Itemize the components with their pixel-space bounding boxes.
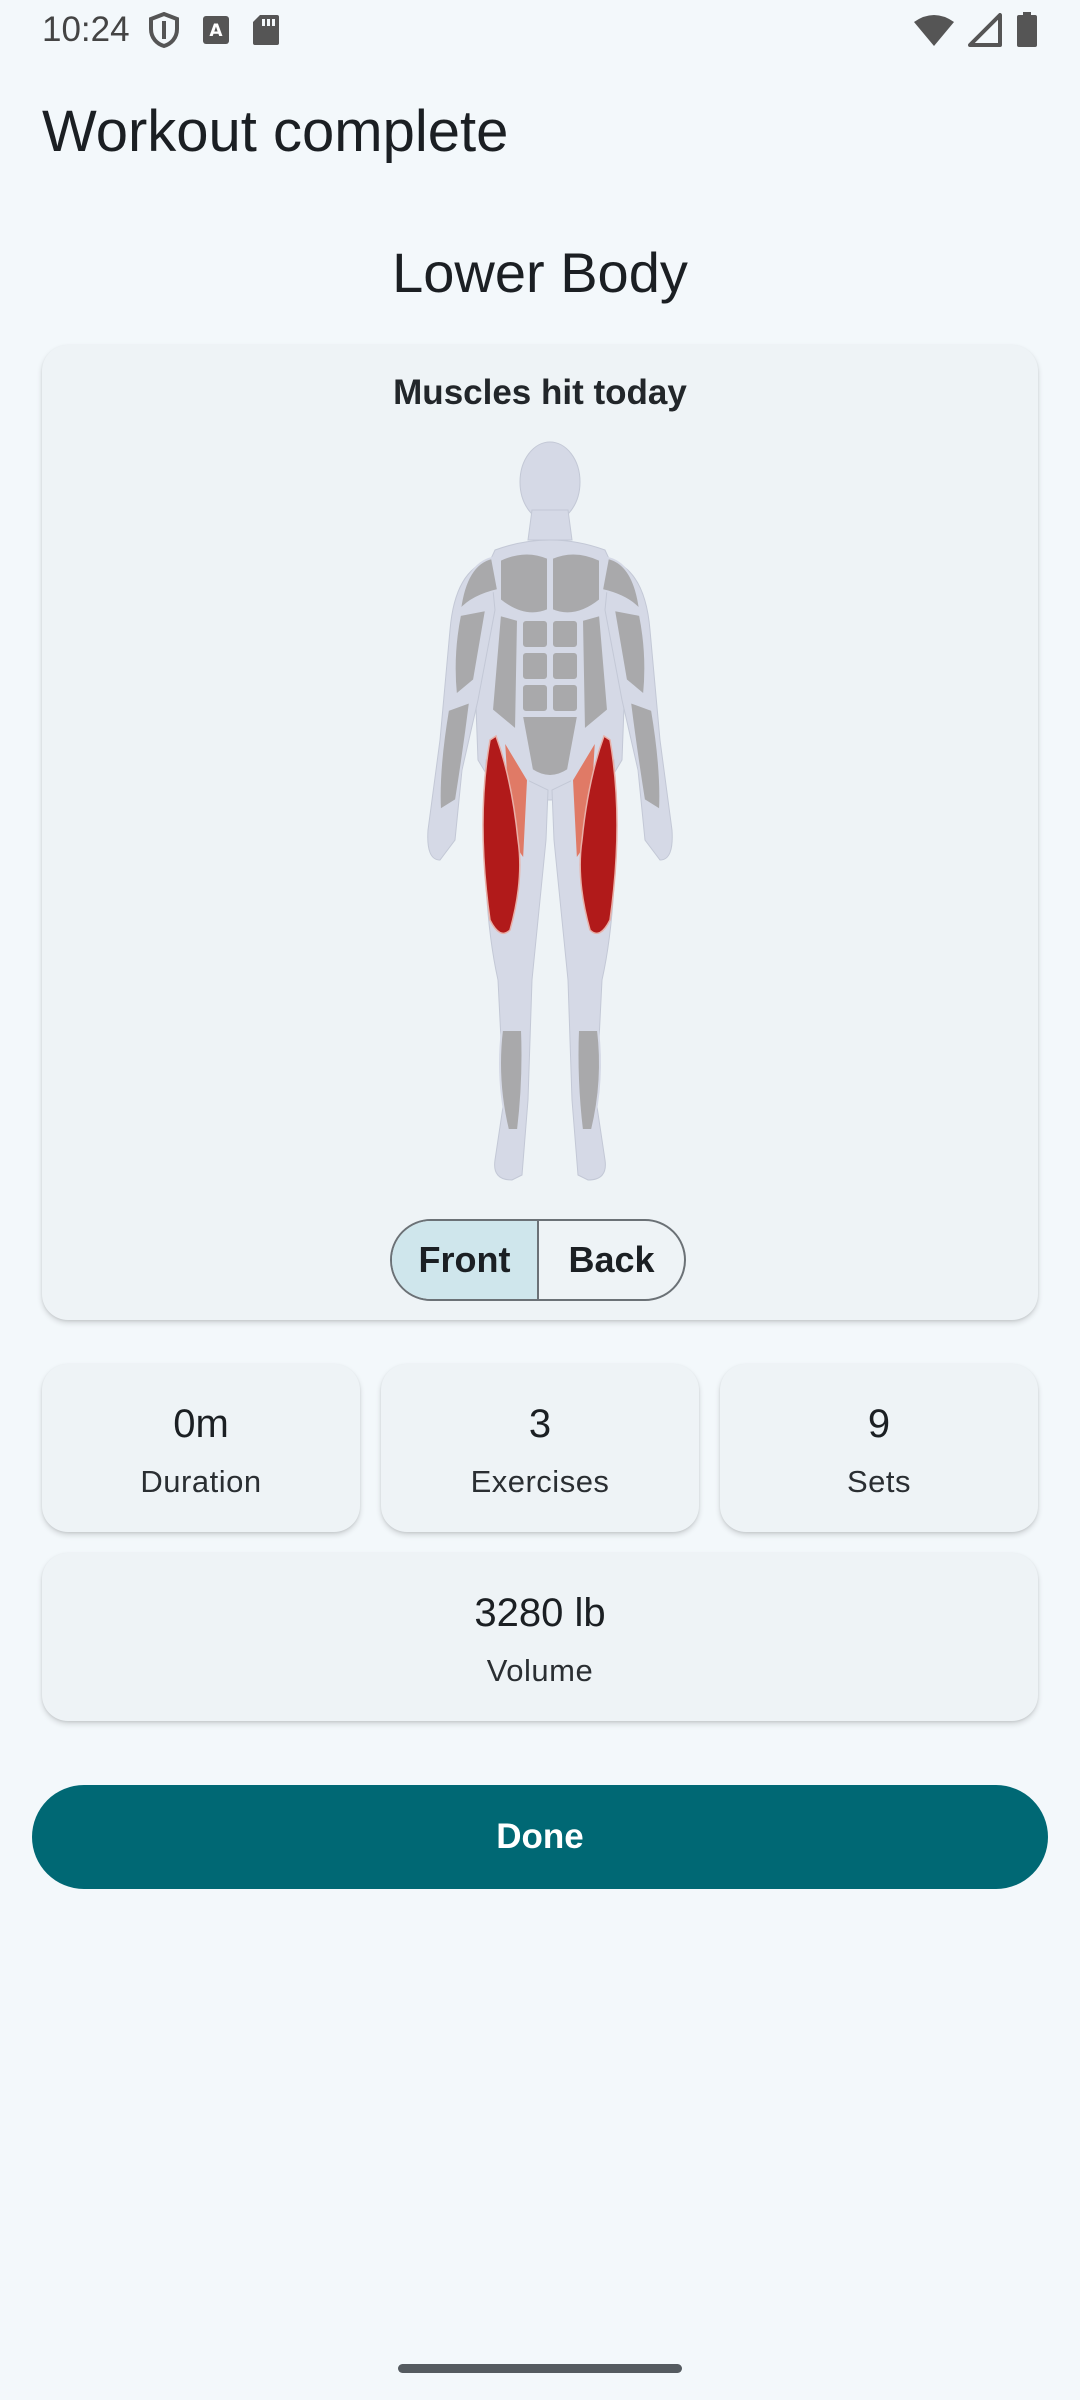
front-back-toggle: Front Back xyxy=(390,1219,686,1301)
page-title: Workout complete xyxy=(42,99,509,164)
back-view-button[interactable]: Back xyxy=(537,1221,684,1299)
sd-card-icon xyxy=(253,15,279,45)
svg-text:A: A xyxy=(209,21,223,41)
muscle-card-title: Muscles hit today xyxy=(393,373,687,412)
exercises-value: 3 xyxy=(528,1402,552,1446)
right-pec xyxy=(551,552,601,615)
front-view-button[interactable]: Front xyxy=(392,1221,537,1299)
status-icons-right xyxy=(914,12,1038,48)
battery-icon xyxy=(1017,12,1037,47)
duration-label: Duration xyxy=(140,1464,262,1499)
wifi-icon xyxy=(914,15,954,46)
status-time: 10:24 xyxy=(42,10,130,49)
duration-value: 0m xyxy=(173,1402,229,1446)
sets-stat-card: 9 Sets xyxy=(720,1364,1038,1532)
sets-value: 9 xyxy=(867,1402,891,1446)
cell-signal-icon xyxy=(968,13,1002,47)
abs-5 xyxy=(521,683,549,713)
status-icons-left: A xyxy=(148,12,280,48)
volume-label: Volume xyxy=(486,1653,594,1688)
volume-stat-card: 3280 lb Volume xyxy=(42,1553,1038,1721)
left-pec xyxy=(499,552,549,615)
volume-value: 3280 lb xyxy=(474,1591,606,1635)
body-muscle-figure xyxy=(427,441,673,1181)
abs-4 xyxy=(551,651,579,681)
abs-3 xyxy=(521,651,549,681)
abs-2 xyxy=(551,619,579,649)
home-indicator[interactable] xyxy=(398,2364,682,2373)
workout-name: Lower Body xyxy=(392,241,688,304)
sets-label: Sets xyxy=(846,1464,912,1499)
status-bar: 10:24 A xyxy=(0,0,1080,62)
muscle-map-card: Muscles hit today Front Back xyxy=(42,345,1038,1320)
body-silhouette xyxy=(427,441,673,1181)
exercises-stat-card: 3 Exercises xyxy=(381,1364,699,1532)
abs-6 xyxy=(551,683,579,713)
abs-1 xyxy=(521,619,549,649)
shield-icon xyxy=(149,12,179,48)
duration-stat-card: 0m Duration xyxy=(42,1364,360,1532)
keyboard-a-icon: A xyxy=(203,16,229,44)
exercises-label: Exercises xyxy=(470,1464,610,1499)
neck xyxy=(527,509,573,541)
done-button[interactable]: Done xyxy=(32,1785,1048,1889)
